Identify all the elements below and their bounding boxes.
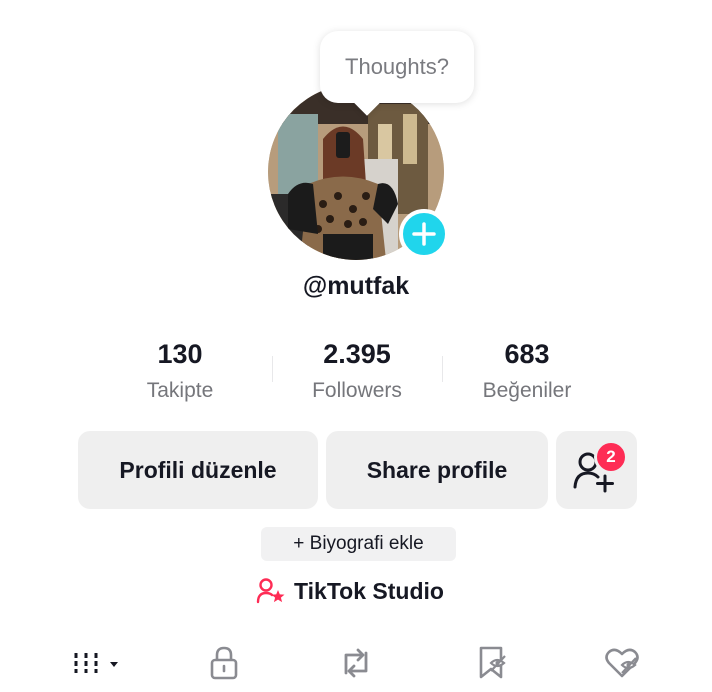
stats-row: 130 Takipte 2.395 Followers 683 Beğenile…: [0, 338, 712, 418]
thoughts-bubble[interactable]: Thoughts?: [320, 31, 474, 103]
tab-liked[interactable]: [592, 640, 652, 686]
username: @mutfak: [302, 272, 410, 300]
tiktok-studio-link[interactable]: TikTok Studio: [256, 573, 444, 609]
profile-page: Thoughts? @mutfak 130 Takipte 2.395 Foll…: [0, 0, 712, 692]
liked-icon: [605, 648, 639, 678]
add-bio-label: + Biyografi ekle: [293, 533, 424, 554]
stat-following[interactable]: 130 Takipte: [95, 338, 265, 403]
add-friends-button[interactable]: [556, 431, 637, 509]
stat-followers[interactable]: 2.395 Followers: [272, 338, 442, 403]
likes-label: Beğeniler: [482, 379, 572, 402]
tiktok-studio-label: TikTok Studio: [294, 577, 444, 604]
tab-videos[interactable]: [70, 640, 130, 686]
following-label: Takipte: [146, 379, 214, 402]
grid-icon: [74, 653, 118, 673]
lock-icon: [210, 646, 238, 680]
add-friend-icon: [573, 452, 614, 493]
studio-icon: [256, 578, 285, 604]
content-tabs: [0, 640, 712, 692]
share-profile-button[interactable]: Share profile: [326, 431, 548, 509]
likes-count: 683: [504, 339, 550, 369]
followers-label: Followers: [312, 379, 402, 402]
stat-likes[interactable]: 683 Beğeniler: [442, 338, 612, 403]
friend-request-badge: 2: [594, 440, 628, 474]
repost-icon: [344, 648, 368, 678]
add-story-button[interactable]: [399, 209, 449, 259]
edit-profile-button[interactable]: Profili düzenle: [78, 431, 318, 509]
followers-count: 2.395: [323, 339, 391, 369]
plus-icon: [412, 222, 436, 246]
tab-private[interactable]: [194, 640, 254, 686]
tab-reposts[interactable]: [326, 640, 386, 686]
stat-divider: [442, 356, 443, 382]
following-count: 130: [157, 339, 203, 369]
tab-favorites[interactable]: [462, 640, 522, 686]
thoughts-bubble-text: Thoughts?: [345, 54, 449, 79]
stat-divider: [272, 356, 273, 382]
share-profile-label: Share profile: [366, 456, 508, 483]
edit-profile-label: Profili düzenle: [119, 456, 277, 483]
bookmark-icon: [479, 646, 506, 679]
add-bio-button[interactable]: + Biyografi ekle: [261, 527, 456, 561]
